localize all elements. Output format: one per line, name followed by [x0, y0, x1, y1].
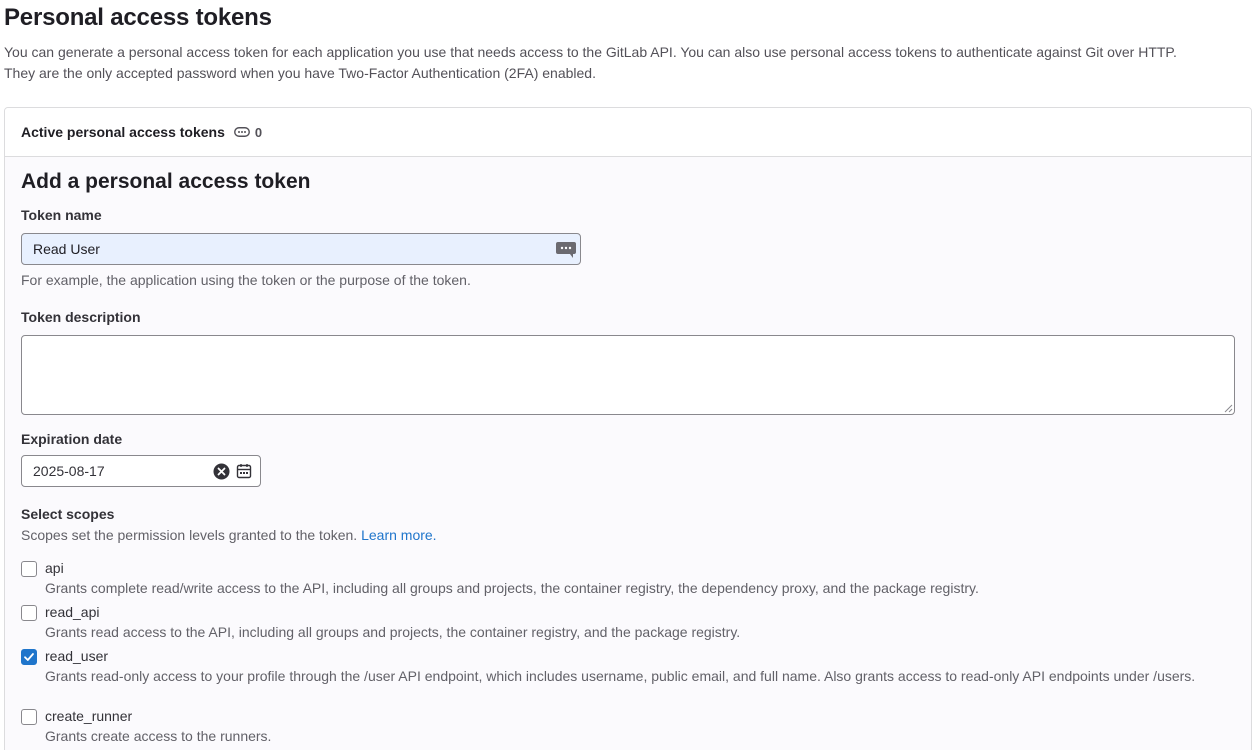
select-scopes-label: Select scopes	[21, 506, 115, 522]
scopes-helper-text: Scopes set the permission levels granted…	[21, 527, 358, 543]
scope-read-api-name: read_api	[45, 604, 100, 620]
active-tokens-title: Active personal access tokens	[21, 124, 225, 140]
scope-create-runner-checkbox[interactable]	[21, 709, 37, 725]
active-tokens-count-badge: 0	[233, 124, 263, 140]
token-description-label: Token description	[21, 309, 141, 325]
token-name-value: Read User	[33, 241, 100, 257]
calendar-icon[interactable]	[236, 463, 252, 479]
scope-api-description: Grants complete read/write access to the…	[45, 580, 979, 596]
active-tokens-count: 0	[254, 124, 263, 140]
expiration-date-value: 2025-08-17	[33, 463, 105, 479]
scopes-helper: Scopes set the permission levels granted…	[21, 527, 437, 543]
token-description-textarea[interactable]	[21, 335, 1235, 415]
scope-api-checkbox[interactable]	[21, 561, 37, 577]
page-description-line-2: They are the only accepted password when…	[4, 65, 596, 81]
scope-read-user-name: read_user	[45, 648, 109, 664]
learn-more-link[interactable]: Learn more.	[361, 527, 436, 543]
scope-read-api-description: Grants read access to the API, including…	[45, 624, 741, 640]
resize-grip-icon[interactable]	[1224, 404, 1233, 413]
token-name-helper: For example, the application using the t…	[21, 272, 471, 288]
scope-read-api-checkbox[interactable]	[21, 605, 37, 621]
scope-read-user-description: Grants read-only access to your profile …	[45, 668, 1196, 684]
scope-api-name: api	[45, 560, 64, 576]
clear-icon[interactable]	[213, 463, 230, 480]
scope-read-user-checkbox[interactable]	[21, 649, 37, 665]
tokens-card: Active personal access tokens 0 Add a pe…	[4, 107, 1252, 750]
checkmark-icon	[24, 653, 34, 661]
token-name-input[interactable]: Read User	[21, 233, 581, 265]
scope-create-runner-description: Grants create access to the runners.	[45, 728, 272, 744]
scope-create-runner-name: create_runner	[45, 708, 133, 724]
add-token-form-title: Add a personal access token	[21, 170, 311, 193]
page-description-line-1: You can generate a personal access token…	[4, 44, 1177, 60]
page-description: You can generate a personal access token…	[4, 42, 1256, 84]
expiration-date-input[interactable]: 2025-08-17	[21, 455, 261, 487]
personal-access-tokens-page: Personal access tokens You can generate …	[0, 0, 1260, 750]
active-tokens-header: Active personal access tokens 0	[5, 108, 1251, 157]
password-manager-icon[interactable]	[555, 241, 577, 259]
token-name-label: Token name	[21, 207, 102, 223]
page-title: Personal access tokens	[4, 4, 272, 31]
token-icon	[233, 127, 250, 137]
expiration-date-label: Expiration date	[21, 431, 123, 447]
